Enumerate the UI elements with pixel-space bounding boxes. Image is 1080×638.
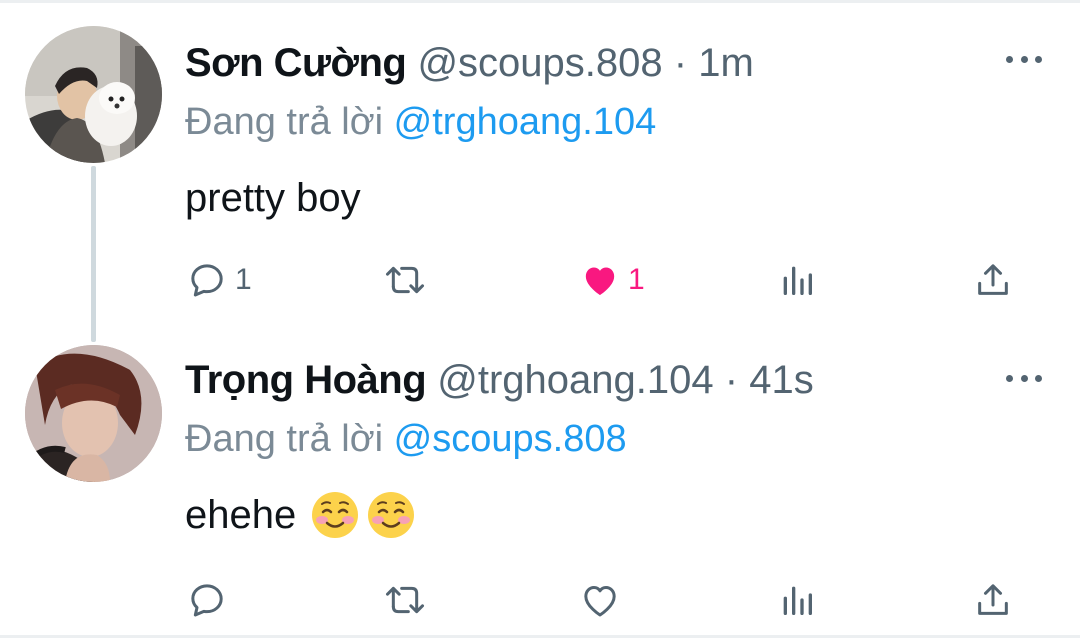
reply-thread: Sơn Cường @scoups.808 · 1m Đang trả lời … xyxy=(0,0,1080,638)
retweet-button[interactable] xyxy=(383,255,427,305)
display-name[interactable]: Trọng Hoàng xyxy=(185,358,427,402)
tweet-text-content: ehehe xyxy=(185,493,297,537)
tweet-header: Sơn Cường @scoups.808 · 1m xyxy=(185,38,754,88)
share-button[interactable] xyxy=(973,255,1013,305)
thread-line xyxy=(91,166,96,342)
reply-count: 1 xyxy=(235,263,252,296)
replying-to: Đang trả lời @scoups.808 xyxy=(185,415,627,463)
more-icon[interactable] xyxy=(1002,44,1046,74)
avatar-photo xyxy=(25,26,162,163)
heart-outline-icon xyxy=(584,586,616,617)
display-name[interactable]: Sơn Cường xyxy=(185,41,407,85)
smiling-face-icon xyxy=(312,492,359,538)
tweet-header: Trọng Hoàng @trghoang.104 · 41s xyxy=(185,355,814,405)
share-icon xyxy=(978,584,1008,615)
tweet[interactable]: Sơn Cường @scoups.808 · 1m Đang trả lời … xyxy=(0,3,1080,342)
share-button[interactable] xyxy=(973,575,1013,625)
user-handle[interactable]: @scoups.808 xyxy=(417,41,662,85)
reply-icon xyxy=(191,264,223,297)
analytics-icon xyxy=(783,586,812,615)
replying-prefix: Đang trả lời xyxy=(185,101,384,143)
tweet-text: pretty boy xyxy=(185,176,361,220)
like-count: 1 xyxy=(628,263,645,296)
retweet-button[interactable] xyxy=(383,575,427,625)
like-button[interactable] xyxy=(580,575,620,625)
share-icon xyxy=(978,264,1008,295)
mention-link[interactable]: @scoups.808 xyxy=(394,418,627,460)
reply-icon xyxy=(191,584,223,617)
retweet-icon xyxy=(386,266,424,294)
heart-filled-icon xyxy=(585,267,615,295)
replying-to: Đang trả lời @trghoang.104 xyxy=(185,98,656,146)
timestamp[interactable]: 41s xyxy=(749,358,814,402)
reply-button[interactable] xyxy=(187,575,235,625)
separator-dot: · xyxy=(724,358,739,402)
retweet-icon xyxy=(386,586,424,614)
avatar-photo xyxy=(25,345,162,482)
action-bar xyxy=(0,575,1080,625)
replying-prefix: Đang trả lời xyxy=(185,418,384,460)
avatar[interactable] xyxy=(25,26,162,163)
more-icon[interactable] xyxy=(1002,363,1046,393)
reply-button[interactable]: 1 xyxy=(187,255,252,305)
like-button[interactable]: 1 xyxy=(580,255,645,305)
timestamp[interactable]: 1m xyxy=(698,41,754,85)
analytics-button[interactable] xyxy=(777,255,817,305)
avatar[interactable] xyxy=(25,345,162,482)
action-bar: 1 1 xyxy=(0,255,1080,305)
mention-link[interactable]: @trghoang.104 xyxy=(394,101,657,143)
tweet-text: ehehe xyxy=(185,490,416,540)
analytics-button[interactable] xyxy=(777,575,817,625)
separator-dot: · xyxy=(673,41,688,85)
smiling-face-icon xyxy=(368,492,415,538)
user-handle[interactable]: @trghoang.104 xyxy=(437,358,713,402)
analytics-icon xyxy=(783,266,812,295)
tweet[interactable]: Trọng Hoàng @trghoang.104 · 41s Đang trả… xyxy=(0,325,1080,635)
